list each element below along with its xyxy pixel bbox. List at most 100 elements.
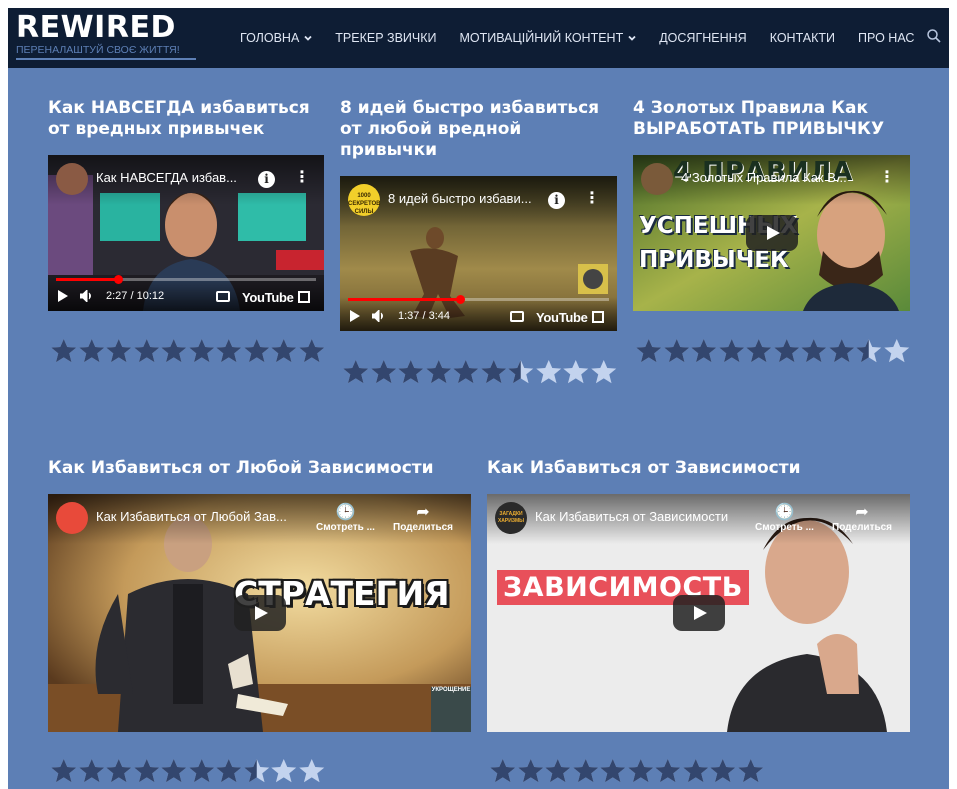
more-icon[interactable]: ⋮ (584, 190, 600, 208)
star-icon[interactable] (397, 359, 425, 385)
nav-item-home[interactable]: ГОЛОВНА (240, 31, 312, 45)
star-icon[interactable] (690, 338, 718, 364)
video-embed[interactable]: Как НАВСЕГДА избав... i ⋮ 2:27 / 10:12 Y… (48, 155, 324, 311)
share-button[interactable]: ➦ Поделиться (393, 504, 453, 533)
star-icon[interactable] (105, 758, 133, 784)
star-icon[interactable] (737, 758, 765, 784)
star-icon[interactable] (160, 338, 188, 364)
star-icon[interactable] (800, 338, 828, 364)
star-icon[interactable] (133, 338, 161, 364)
progress-bar[interactable] (56, 275, 316, 284)
channel-avatar[interactable] (641, 163, 673, 195)
star-rating[interactable] (635, 338, 910, 364)
video-embed[interactable]: 1000 СЕКРЕТОВ СИЛЫ 8 идей быстро избави.… (340, 176, 617, 331)
info-icon[interactable]: i (258, 171, 275, 188)
volume-icon[interactable] (372, 310, 386, 322)
star-icon[interactable] (188, 338, 216, 364)
star-icon[interactable] (50, 758, 78, 784)
star-icon[interactable] (342, 359, 370, 385)
share-button[interactable]: ➦ Поделиться (832, 504, 892, 533)
star-icon[interactable] (78, 338, 106, 364)
star-icon[interactable] (243, 338, 271, 364)
star-icon[interactable] (425, 359, 453, 385)
embed-title[interactable]: 4 Золотых Правила Как В... (681, 170, 861, 185)
star-icon[interactable] (773, 338, 801, 364)
play-button[interactable] (673, 595, 725, 631)
star-icon[interactable] (270, 758, 298, 784)
embed-title[interactable]: Как Избавиться от Зависимости (535, 509, 755, 524)
video-embed[interactable]: 4 ПРАВИЛА 4 Золотых Правила Как В... ⋮ У… (633, 155, 910, 311)
star-icon[interactable] (215, 338, 243, 364)
channel-avatar[interactable]: 1000 СЕКРЕТОВ СИЛЫ (348, 184, 381, 216)
star-icon[interactable] (883, 338, 911, 364)
star-icon[interactable] (370, 359, 398, 385)
nav-item-achievements[interactable]: ДОСЯГНЕННЯ (659, 31, 746, 45)
play-icon[interactable] (58, 290, 68, 302)
watch-later-button[interactable]: 🕒 Смотреть ... (316, 504, 375, 533)
nav-item-habit-tracker[interactable]: ТРЕКЕР ЗВИЧКИ (335, 31, 436, 45)
star-icon[interactable] (535, 359, 563, 385)
star-icon[interactable] (654, 758, 682, 784)
play-button[interactable] (234, 595, 286, 631)
star-icon[interactable] (599, 758, 627, 784)
subtitles-icon[interactable] (510, 311, 524, 322)
star-icon[interactable] (709, 758, 737, 784)
star-icon[interactable] (635, 338, 663, 364)
search-icon[interactable] (926, 28, 942, 44)
volume-icon[interactable] (80, 290, 94, 302)
star-icon[interactable] (489, 758, 517, 784)
star-icon[interactable] (507, 359, 535, 385)
video-embed[interactable]: ЗАГАДКИ ХАРИЗМЫ Как Избавиться от Зависи… (487, 494, 910, 732)
play-icon[interactable] (350, 310, 360, 322)
star-icon[interactable] (590, 359, 618, 385)
embed-title[interactable]: Как НАВСЕГДА избав... (96, 170, 246, 185)
star-icon[interactable] (627, 758, 655, 784)
star-icon[interactable] (243, 758, 271, 784)
star-icon[interactable] (270, 338, 298, 364)
star-icon[interactable] (133, 758, 161, 784)
watch-later-button[interactable]: 🕒 Смотреть ... (755, 504, 814, 533)
star-icon[interactable] (828, 338, 856, 364)
star-icon[interactable] (663, 338, 691, 364)
nav-item-motivational-content[interactable]: МОТИВАЦІЙНИЙ КОНТЕНТ (460, 31, 637, 45)
star-icon[interactable] (215, 758, 243, 784)
star-icon[interactable] (855, 338, 883, 364)
fullscreen-icon[interactable] (298, 291, 310, 303)
play-button[interactable] (746, 215, 798, 251)
info-icon[interactable]: i (548, 192, 565, 209)
channel-avatar[interactable] (56, 163, 88, 195)
channel-avatar[interactable] (56, 502, 88, 534)
star-icon[interactable] (105, 338, 133, 364)
nav-item-contacts[interactable]: КОНТАКТИ (770, 31, 835, 45)
star-icon[interactable] (562, 359, 590, 385)
star-icon[interactable] (50, 338, 78, 364)
star-icon[interactable] (298, 758, 326, 784)
embed-title[interactable]: 8 идей быстро избави... (388, 191, 538, 206)
star-icon[interactable] (572, 758, 600, 784)
star-icon[interactable] (517, 758, 545, 784)
star-icon[interactable] (718, 338, 746, 364)
star-icon[interactable] (160, 758, 188, 784)
channel-avatar[interactable]: ЗАГАДКИ ХАРИЗМЫ (495, 502, 527, 534)
star-icon[interactable] (188, 758, 216, 784)
star-rating[interactable] (50, 338, 325, 364)
progress-bar[interactable] (348, 295, 609, 304)
embed-title[interactable]: Как Избавиться от Любой Зав... (96, 509, 306, 524)
star-icon[interactable] (298, 338, 326, 364)
star-icon[interactable] (544, 758, 572, 784)
star-rating[interactable] (50, 758, 325, 784)
fullscreen-icon[interactable] (592, 311, 604, 323)
star-icon[interactable] (480, 359, 508, 385)
youtube-logo[interactable]: YouTube (242, 290, 294, 305)
star-icon[interactable] (452, 359, 480, 385)
star-icon[interactable] (78, 758, 106, 784)
nav-item-about[interactable]: ПРО НАС (858, 31, 914, 45)
more-icon[interactable]: ⋮ (294, 169, 310, 187)
video-embed[interactable]: Как Избавиться от Любой Зав... 🕒 Смотрет… (48, 494, 471, 732)
subtitles-icon[interactable] (216, 291, 230, 302)
star-icon[interactable] (682, 758, 710, 784)
youtube-logo[interactable]: YouTube (536, 310, 588, 325)
more-icon[interactable]: ⋮ (879, 169, 895, 187)
site-logo[interactable]: REWIRED ПЕРЕНАЛАШТУЙ СВОЄ ЖИТТЯ! (16, 12, 196, 60)
star-rating[interactable] (342, 359, 617, 385)
